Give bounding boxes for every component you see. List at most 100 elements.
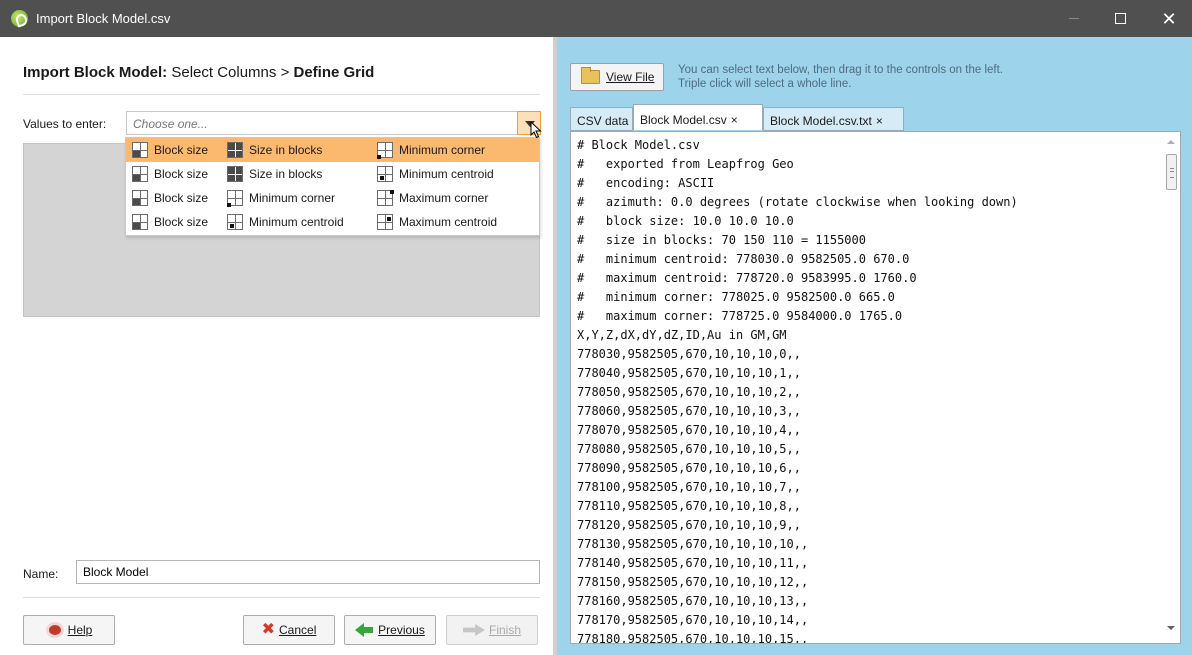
leapfrog-app-icon bbox=[11, 10, 28, 27]
csv-line[interactable]: 778070,9582505,670,10,10,10,4,, bbox=[577, 421, 1018, 440]
option-item: Block size bbox=[132, 190, 208, 206]
tab-block-model-csv[interactable]: Block Model.csv × bbox=[633, 104, 763, 130]
scroll-up-icon[interactable] bbox=[1167, 140, 1175, 144]
csv-line[interactable]: 778150,9582505,670,10,10,10,12,, bbox=[577, 573, 1018, 592]
previous-label: Previous bbox=[378, 623, 425, 637]
tab-block-model-csv-txt[interactable]: Block Model.csv.txt × bbox=[763, 107, 904, 131]
divider bbox=[23, 94, 540, 95]
close-tab-icon[interactable]: × bbox=[876, 114, 883, 128]
csv-line[interactable]: 778130,9582505,670,10,10,10,10,, bbox=[577, 535, 1018, 554]
csv-line[interactable]: 778090,9582505,670,10,10,10,6,, bbox=[577, 459, 1018, 478]
cancel-label: Cancel bbox=[279, 623, 317, 637]
csv-line[interactable]: # maximum corner: 778725.0 9584000.0 176… bbox=[577, 307, 1018, 326]
minimum-corner-icon bbox=[227, 190, 243, 207]
csv-line[interactable]: # minimum centroid: 778030.0 9582505.0 6… bbox=[577, 250, 1018, 269]
tab-label: Block Model.csv bbox=[640, 113, 727, 127]
block-size-icon bbox=[132, 214, 148, 230]
title-bar: Import Block Model.csv ✕ bbox=[0, 0, 1192, 37]
vertical-scrollbar[interactable] bbox=[1163, 132, 1180, 643]
breadcrumb-step-select-columns: Select Columns bbox=[171, 64, 277, 81]
option-item: Minimum centroid bbox=[377, 166, 494, 182]
csv-line[interactable]: 778170,9582505,670,10,10,10,14,, bbox=[577, 611, 1018, 630]
values-to-enter-combo[interactable]: Choose one... bbox=[126, 111, 541, 135]
scroll-down-icon[interactable] bbox=[1167, 626, 1175, 630]
tab-label: CSV data bbox=[577, 114, 629, 128]
csv-line[interactable]: 778080,9582505,670,10,10,10,5,, bbox=[577, 440, 1018, 459]
minimum-corner-icon bbox=[377, 142, 393, 159]
breadcrumb-step-define-grid: Define Grid bbox=[293, 64, 375, 81]
csv-line[interactable]: 778030,9582505,670,10,10,10,0,, bbox=[577, 345, 1018, 364]
csv-line[interactable]: # Block Model.csv bbox=[577, 136, 1018, 155]
back-arrow-icon bbox=[355, 623, 374, 637]
maximize-icon bbox=[1114, 13, 1126, 24]
csv-line[interactable]: # azimuth: 0.0 degrees (rotate clockwise… bbox=[577, 193, 1018, 212]
csv-lines[interactable]: # Block Model.csv # exported from Leapfro… bbox=[577, 136, 1018, 643]
file-preview-pane: View File You can select text below, the… bbox=[557, 37, 1192, 655]
tab-csv-data[interactable]: CSV data bbox=[570, 107, 633, 131]
help-label: Help bbox=[67, 623, 93, 637]
dropdown-option[interactable]: Block size Size in blocks Minimum centro… bbox=[126, 162, 539, 186]
finish-label: Finish bbox=[488, 623, 521, 637]
dropdown-option[interactable]: Block size Minimum centroid Maximum cent… bbox=[126, 210, 539, 234]
maximize-button[interactable] bbox=[1097, 0, 1143, 37]
csv-line[interactable]: 778120,9582505,670,10,10,10,9,, bbox=[577, 516, 1018, 535]
breadcrumb-separator: > bbox=[280, 64, 290, 81]
mouse-cursor-icon bbox=[530, 121, 542, 139]
cancel-button[interactable]: ✖ Cancel bbox=[243, 615, 335, 645]
name-field[interactable] bbox=[76, 560, 540, 584]
wizard-breadcrumb: Import Block Model: Select Columns > Def… bbox=[23, 64, 374, 81]
csv-line[interactable]: 778180,9582505,670,10,10,10,15,, bbox=[577, 630, 1018, 643]
option-label: Minimum corner bbox=[399, 143, 486, 157]
csv-line[interactable]: 778110,9582505,670,10,10,10,8,, bbox=[577, 497, 1018, 516]
values-placeholder: Choose one... bbox=[133, 117, 208, 131]
csv-line[interactable]: # encoding: ASCII bbox=[577, 174, 1018, 193]
option-label: Block size bbox=[154, 191, 209, 205]
csv-line[interactable]: # block size: 10.0 10.0 10.0 bbox=[577, 212, 1018, 231]
drag-hint-text: You can select text below, then drag it … bbox=[678, 63, 1098, 91]
dropdown-option[interactable]: Block size Minimum corner Maximum corner bbox=[126, 186, 539, 210]
cancel-x-icon: ✖ bbox=[261, 621, 276, 638]
csv-line[interactable]: 778050,9582505,670,10,10,10,2,, bbox=[577, 383, 1018, 402]
block-size-icon bbox=[132, 190, 148, 206]
close-tab-icon[interactable]: × bbox=[731, 113, 738, 127]
option-item: Maximum corner bbox=[377, 190, 488, 206]
size-in-blocks-icon bbox=[227, 166, 243, 182]
view-file-button[interactable]: View File bbox=[570, 63, 664, 91]
option-label: Maximum corner bbox=[399, 191, 489, 205]
option-label: Size in blocks bbox=[249, 143, 323, 157]
csv-line[interactable]: # maximum centroid: 778720.0 9583995.0 1… bbox=[577, 269, 1018, 288]
maximum-corner-icon bbox=[377, 190, 394, 206]
window-title: Import Block Model.csv bbox=[36, 11, 171, 26]
close-window-button[interactable]: ✕ bbox=[1146, 0, 1192, 37]
csv-line[interactable]: # minimum corner: 778025.0 9582500.0 665… bbox=[577, 288, 1018, 307]
option-item: Maximum centroid bbox=[377, 214, 497, 230]
csv-line[interactable]: X,Y,Z,dX,dY,dZ,ID,Au in GM,GM bbox=[577, 326, 1018, 345]
csv-line[interactable]: # size in blocks: 70 150 110 = 1155000 bbox=[577, 231, 1018, 250]
hint-line: Triple click will select a whole line. bbox=[678, 78, 852, 90]
csv-line[interactable]: 778060,9582505,670,10,10,10,3,, bbox=[577, 402, 1018, 421]
csv-text-view[interactable]: # Block Model.csv # exported from Leapfro… bbox=[570, 131, 1181, 644]
minimize-button[interactable] bbox=[1051, 0, 1097, 37]
help-lifebuoy-icon bbox=[45, 622, 64, 638]
help-button[interactable]: Help bbox=[23, 615, 115, 645]
minimum-centroid-icon bbox=[227, 214, 243, 230]
option-item: Size in blocks bbox=[227, 142, 322, 158]
csv-line[interactable]: 778100,9582505,670,10,10,10,7,, bbox=[577, 478, 1018, 497]
name-label: Name: bbox=[23, 567, 59, 581]
folder-icon bbox=[581, 67, 600, 84]
csv-line[interactable]: # exported from Leapfrog Geo bbox=[577, 155, 1018, 174]
block-size-icon bbox=[132, 142, 148, 158]
tab-label: Block Model.csv.txt bbox=[770, 114, 872, 128]
csv-line[interactable]: 778140,9582505,670,10,10,10,11,, bbox=[577, 554, 1018, 573]
dropdown-option[interactable]: Block size Size in blocks Minimum corner bbox=[126, 138, 539, 162]
option-label: Minimum centroid bbox=[399, 167, 494, 181]
csv-line[interactable]: 778040,9582505,670,10,10,10,1,, bbox=[577, 364, 1018, 383]
finish-button[interactable]: Finish bbox=[446, 615, 538, 645]
option-label: Block size bbox=[154, 143, 209, 157]
csv-line[interactable]: 778160,9582505,670,10,10,10,13,, bbox=[577, 592, 1018, 611]
minimum-centroid-icon bbox=[377, 166, 393, 182]
scroll-thumb[interactable] bbox=[1166, 154, 1177, 190]
values-dropdown-list[interactable]: Block size Size in blocks Minimum corner… bbox=[125, 137, 540, 236]
previous-button[interactable]: Previous bbox=[344, 615, 436, 645]
wizard-pane: Import Block Model: Select Columns > Def… bbox=[0, 37, 553, 655]
